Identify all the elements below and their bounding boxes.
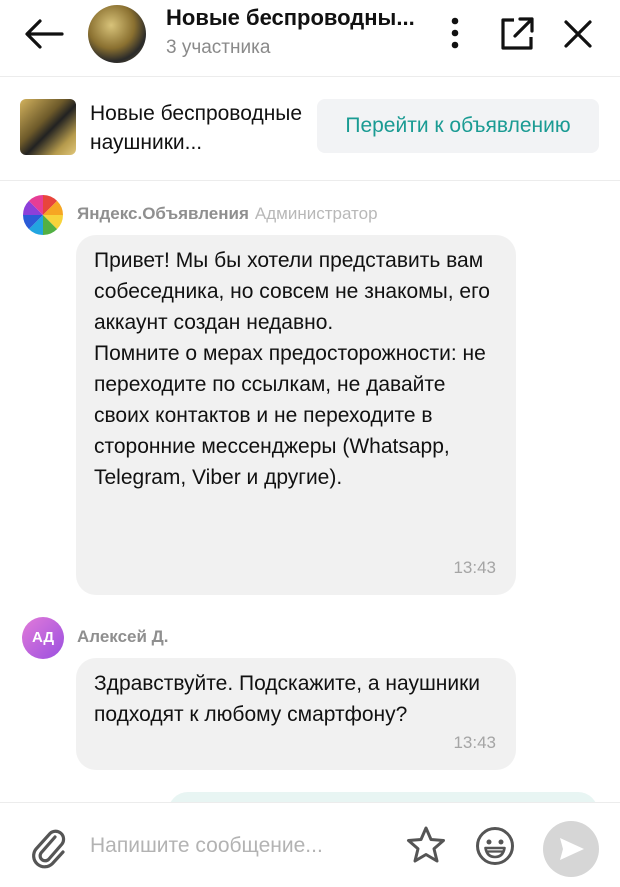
emoji-icon[interactable] <box>474 825 516 867</box>
yandex-ads-logo <box>22 194 64 236</box>
message-bubble[interactable]: Здравствуйте. Подскажите, а наушники под… <box>76 658 516 770</box>
go-to-listing-button[interactable]: Перейти к объявлению <box>317 99 599 153</box>
author-role: Администратор <box>254 204 378 223</box>
arrow-left-icon[interactable] <box>22 16 66 52</box>
send-button[interactable] <box>543 821 599 877</box>
chat-title[interactable]: Новые беспроводны... <box>166 5 415 31</box>
message-composer <box>0 802 620 887</box>
message-text: Привет! Мы бы хотели представить вам соб… <box>94 249 490 489</box>
external-link-icon[interactable] <box>498 15 536 53</box>
message-input[interactable] <box>88 821 392 871</box>
chat-header: Новые беспроводны... 3 участника <box>0 0 620 77</box>
participants-count[interactable]: 3 участника <box>166 37 270 59</box>
message-text: Здравствуйте. Подскажите, а наушники под… <box>94 672 481 726</box>
chat-avatar[interactable] <box>88 5 146 63</box>
message-author: Алексей Д. <box>77 627 169 647</box>
message-bubble[interactable]: Привет! Мы бы хотели представить вам соб… <box>76 235 516 595</box>
message-time: 13:43 <box>453 558 496 577</box>
close-icon[interactable] <box>560 16 596 52</box>
listing-title[interactable]: Новые беспроводные наушники... <box>90 99 322 157</box>
paperclip-icon[interactable] <box>28 825 68 869</box>
message-time: 13:43 <box>453 733 496 752</box>
avatar[interactable]: АД <box>22 617 64 659</box>
listing-thumbnail[interactable] <box>20 99 76 155</box>
send-icon <box>560 838 584 860</box>
author-name: Алексей Д. <box>77 627 169 646</box>
author-name: Яндекс.Объявления <box>77 204 249 223</box>
star-icon[interactable] <box>406 825 446 865</box>
message-author: Яндекс.Объявления Администратор <box>77 204 378 224</box>
kebab-menu-icon[interactable] <box>446 16 464 50</box>
listing-card: Новые беспроводные наушники... Перейти к… <box>0 77 620 181</box>
